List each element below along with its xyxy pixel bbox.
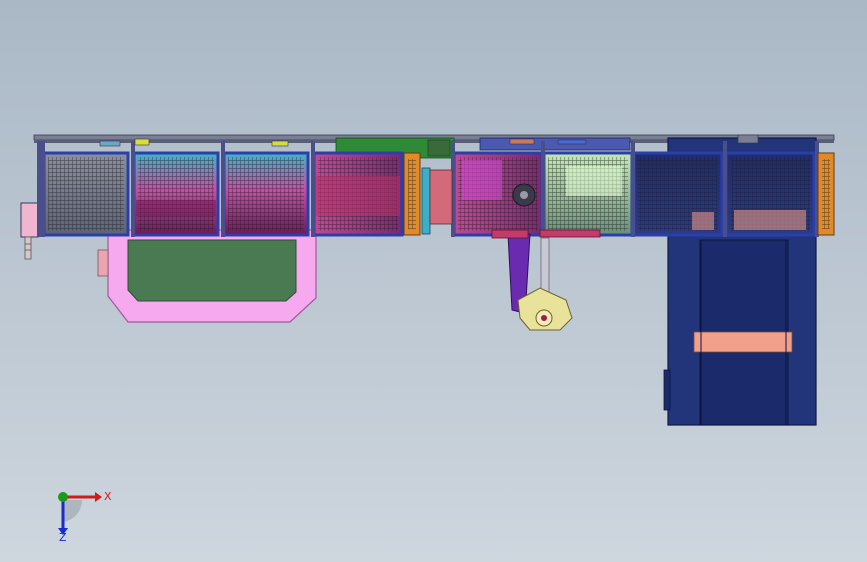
- column-mesh: [408, 159, 416, 229]
- cell-shade: [136, 200, 216, 216]
- mesh-guard: [228, 157, 304, 231]
- cell-post: [541, 141, 545, 237]
- drive-hub: [520, 191, 528, 199]
- column-mesh: [822, 159, 830, 229]
- mesh-guard: [138, 157, 214, 231]
- y-axis-point-icon: [58, 492, 68, 502]
- cell-shade: [734, 210, 806, 230]
- cell-post: [221, 141, 225, 237]
- blue-top-panel: [479, 137, 631, 151]
- cad-model-view[interactable]: X Z: [0, 0, 867, 562]
- graphics-viewport[interactable]: X Z: [0, 0, 867, 562]
- cell-shade: [566, 166, 622, 196]
- cell-shade: [462, 160, 502, 200]
- z-axis-label: Z: [59, 531, 67, 544]
- cell-post: [723, 141, 727, 237]
- pink-tray: [97, 229, 317, 323]
- cell-post: [631, 141, 635, 237]
- cell-shade: [692, 212, 714, 230]
- cell-shade: [316, 176, 400, 216]
- mesh-guard: [48, 157, 124, 231]
- teal-column: [421, 167, 431, 235]
- red-block: [429, 169, 453, 225]
- cell-post: [37, 141, 41, 237]
- cell-post: [311, 141, 315, 237]
- cell-post: [41, 141, 45, 237]
- cell-post: [131, 141, 135, 237]
- x-axis-label: X: [104, 490, 112, 503]
